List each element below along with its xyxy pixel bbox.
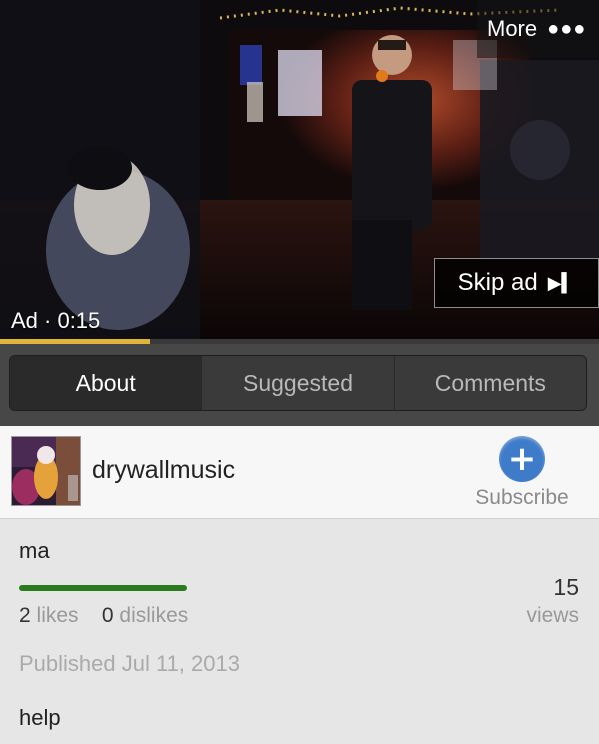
segmented-tabs: About Suggested Comments <box>9 355 587 411</box>
skip-next-icon: ▶▍ <box>547 272 576 293</box>
more-button[interactable]: More ●●● <box>477 0 599 58</box>
subscribe-label: Subscribe <box>475 486 569 509</box>
channel-name[interactable]: drywallmusic <box>92 456 235 485</box>
like-ratio-fill <box>19 585 187 591</box>
video-details: ma 2 likes 0 dislikes 15 views Published… <box>0 520 599 744</box>
tab-suggested[interactable]: Suggested <box>201 356 393 410</box>
skip-ad-button[interactable]: Skip ad ▶▍ <box>434 258 599 308</box>
tab-bar: About Suggested Comments <box>0 344 599 426</box>
more-dots-icon: ●●● <box>547 17 587 40</box>
tab-comments[interactable]: Comments <box>393 356 586 410</box>
channel-row: drywallmusic + Subscribe <box>0 426 599 519</box>
tab-about[interactable]: About <box>10 356 202 410</box>
views-count: 15 <box>553 574 579 600</box>
dislikes-label: dislikes <box>119 604 189 627</box>
ad-countdown: Ad · 0:15 <box>11 308 101 333</box>
avatar-image <box>12 437 80 505</box>
more-label: More <box>487 16 538 41</box>
subscribe-plus-icon: + <box>499 436 545 482</box>
video-player[interactable]: More ●●● Skip ad ▶▍ Ad · 0:15 <box>0 0 599 344</box>
likes-dislikes: 2 likes 0 dislikes <box>19 604 188 628</box>
skip-ad-label: Skip ad <box>457 269 538 296</box>
like-ratio-bar <box>19 585 187 591</box>
video-description: help <box>19 705 61 730</box>
channel-avatar[interactable] <box>11 436 81 506</box>
likes-label: likes <box>36 604 79 627</box>
likes-count: 2 <box>19 604 31 627</box>
dislikes-count: 0 <box>101 604 114 627</box>
subscribe-button[interactable]: + Subscribe <box>468 436 576 516</box>
published-date: Published Jul 11, 2013 <box>19 651 240 676</box>
views-label: views <box>526 604 579 627</box>
video-title: ma <box>19 538 50 563</box>
